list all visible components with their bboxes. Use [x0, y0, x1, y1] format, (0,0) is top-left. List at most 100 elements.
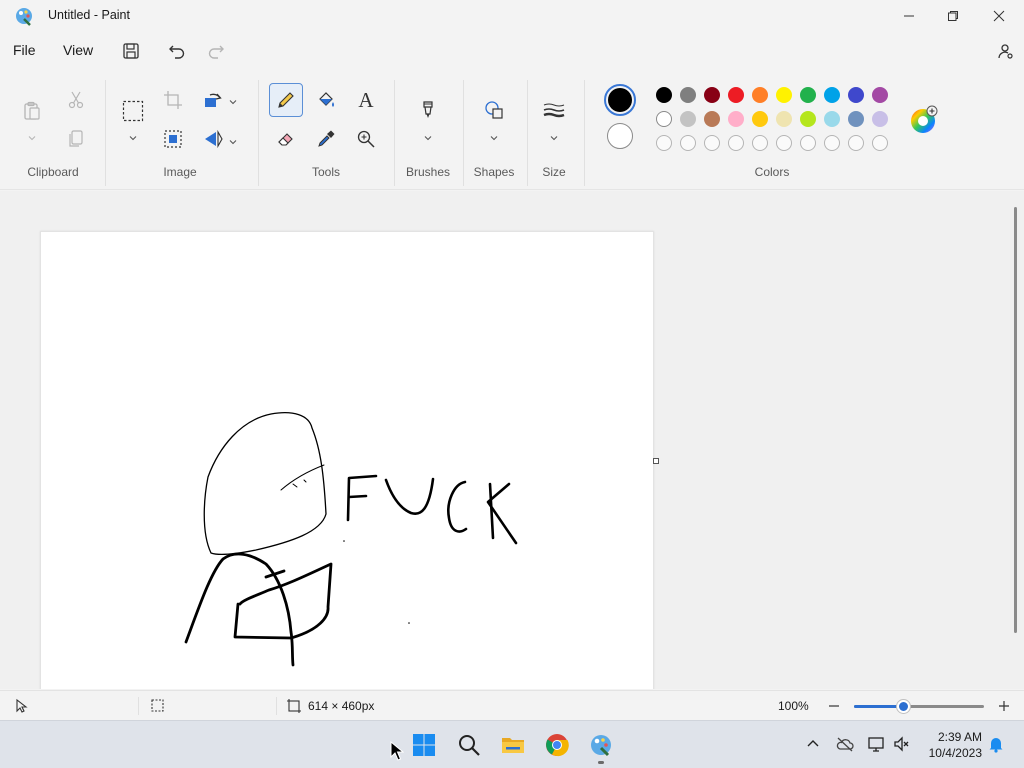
- color-swatch[interactable]: [704, 87, 720, 103]
- color-swatch[interactable]: [656, 87, 672, 103]
- start-button[interactable]: [408, 729, 440, 761]
- onedrive-button[interactable]: [836, 735, 856, 755]
- custom-color-slot[interactable]: [704, 135, 720, 151]
- copy-button[interactable]: [60, 123, 92, 155]
- bell-icon: [989, 738, 1003, 753]
- file-explorer-button[interactable]: [497, 729, 529, 761]
- color-swatch[interactable]: [800, 87, 816, 103]
- cut-button[interactable]: [60, 84, 92, 116]
- color-swatch[interactable]: [704, 111, 720, 127]
- select-dropdown[interactable]: [128, 130, 138, 141]
- crop-button[interactable]: [157, 84, 189, 116]
- shapes-dropdown[interactable]: [489, 130, 499, 141]
- redo-button[interactable]: [203, 39, 229, 63]
- color-swatch[interactable]: [752, 87, 768, 103]
- color-swatch[interactable]: [800, 111, 816, 127]
- custom-color-slot[interactable]: [728, 135, 744, 151]
- chrome-icon: [546, 734, 569, 757]
- color-swatch[interactable]: [776, 111, 792, 127]
- rotate-button[interactable]: [197, 84, 229, 116]
- vertical-scrollbar[interactable]: [1014, 207, 1017, 633]
- volume-button[interactable]: [893, 735, 913, 755]
- color-swatch[interactable]: [872, 87, 888, 103]
- paste-icon: [24, 101, 40, 120]
- shapes-button[interactable]: [478, 94, 510, 126]
- search-button[interactable]: [453, 729, 485, 761]
- rectangular-selection-icon: [122, 100, 144, 122]
- custom-color-slot[interactable]: [656, 135, 672, 151]
- custom-color-slot[interactable]: [680, 135, 696, 151]
- minimize-button[interactable]: [886, 0, 932, 32]
- chrome-button[interactable]: [541, 729, 573, 761]
- canvas-resize-handle[interactable]: [653, 458, 659, 464]
- primary-color-swatch: [608, 88, 632, 112]
- primary-color-selector[interactable]: [604, 84, 636, 116]
- drawn-body: [184, 552, 295, 667]
- secondary-color-selector[interactable]: [607, 123, 633, 149]
- color-swatch[interactable]: [848, 111, 864, 127]
- menu-view[interactable]: View: [63, 42, 93, 58]
- magnifier-tool[interactable]: [350, 123, 382, 155]
- restore-button[interactable]: [930, 0, 976, 32]
- brushes-button[interactable]: [412, 94, 444, 126]
- custom-color-slot[interactable]: [752, 135, 768, 151]
- eraser-tool[interactable]: [270, 123, 302, 155]
- zoom-slider[interactable]: [854, 700, 984, 713]
- color-swatch[interactable]: [752, 111, 768, 127]
- brushes-dropdown[interactable]: [423, 130, 433, 141]
- size-dropdown[interactable]: [549, 130, 559, 141]
- clock-date[interactable]: 10/4/2023: [912, 746, 982, 760]
- group-divider: [527, 80, 528, 186]
- custom-color-slot[interactable]: [848, 135, 864, 151]
- edit-colors-button[interactable]: [908, 104, 940, 136]
- color-swatch[interactable]: [680, 87, 696, 103]
- select-button[interactable]: [116, 94, 150, 128]
- zoom-out-button[interactable]: [826, 698, 842, 714]
- custom-color-slot[interactable]: [824, 135, 840, 151]
- color-swatch[interactable]: [680, 111, 696, 127]
- color-swatch[interactable]: [824, 87, 840, 103]
- color-swatch[interactable]: [728, 111, 744, 127]
- paste-dropdown[interactable]: [27, 130, 37, 141]
- zoom-in-button[interactable]: [996, 698, 1012, 714]
- save-icon: [123, 43, 139, 59]
- group-label-image: Image: [163, 165, 197, 179]
- color-swatch[interactable]: [872, 111, 888, 127]
- account-settings-button[interactable]: [992, 39, 1018, 63]
- drawing-canvas[interactable]: [40, 231, 654, 689]
- zoom-level-text[interactable]: 100%: [778, 699, 809, 713]
- paste-button[interactable]: [16, 94, 48, 128]
- color-picker-tool[interactable]: [310, 123, 342, 155]
- size-button[interactable]: [538, 94, 570, 126]
- text-tool[interactable]: A: [350, 84, 382, 116]
- notifications-button[interactable]: [987, 735, 1007, 755]
- flip-dropdown[interactable]: [228, 134, 238, 145]
- close-button[interactable]: [976, 0, 1022, 32]
- custom-color-slot[interactable]: [776, 135, 792, 151]
- color-swatch[interactable]: [848, 87, 864, 103]
- color-swatch[interactable]: [656, 111, 672, 127]
- network-button[interactable]: [867, 735, 887, 755]
- canvas-drawing: [184, 412, 518, 667]
- rotate-dropdown[interactable]: [228, 94, 238, 105]
- color-swatch[interactable]: [776, 87, 792, 103]
- paint-taskbar-button[interactable]: [585, 729, 617, 761]
- clock-time[interactable]: 2:39 AM: [912, 730, 982, 744]
- color-swatch[interactable]: [728, 87, 744, 103]
- custom-color-slot[interactable]: [872, 135, 888, 151]
- color-swatch[interactable]: [824, 111, 840, 127]
- resize-button[interactable]: [157, 123, 189, 155]
- zoom-slider-thumb[interactable]: [897, 700, 911, 713]
- window-title: Untitled - Paint: [48, 8, 130, 22]
- fill-tool[interactable]: [310, 84, 342, 116]
- show-hidden-icons-button[interactable]: [804, 735, 824, 755]
- flip-button[interactable]: [197, 123, 229, 155]
- undo-button[interactable]: [164, 39, 190, 63]
- chevron-down-icon: [229, 140, 237, 145]
- custom-color-slot[interactable]: [800, 135, 816, 151]
- text-tool-icon: A: [358, 87, 374, 112]
- network-icon: [868, 737, 884, 752]
- save-button[interactable]: [118, 39, 144, 63]
- menu-file[interactable]: File: [13, 42, 36, 58]
- pencil-tool[interactable]: [269, 83, 303, 117]
